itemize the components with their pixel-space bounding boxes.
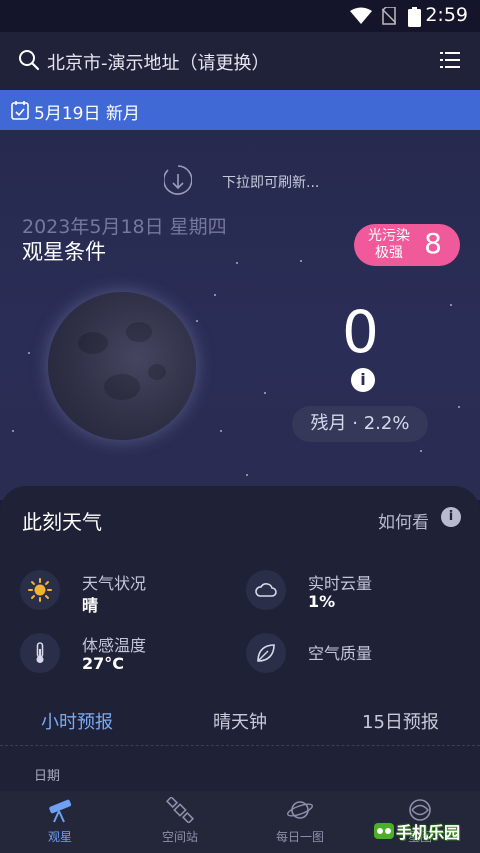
cloud-cover-label: 实时云量: [308, 574, 373, 593]
condition-date: 2023年5月18日 星期四: [22, 216, 227, 238]
cloud-cover-value: 1%: [308, 592, 336, 611]
site-watermark: 手机乐园: [372, 818, 472, 844]
battery-icon: [408, 7, 421, 27]
satellite-icon: [165, 795, 195, 825]
light-pollution-badge[interactable]: 光污染 极强 8: [354, 224, 460, 266]
nav-label: 每日一图: [275, 830, 324, 844]
watermark-text: 手机乐园: [396, 823, 461, 842]
status-bar: 2:59: [0, 0, 480, 32]
nav-daily-image[interactable]: 每日一图: [240, 791, 360, 853]
weather-condition-value: 晴: [82, 596, 99, 615]
stargazing-score: 0: [342, 298, 379, 366]
tab-15-day-forecast[interactable]: 15日预报: [362, 708, 439, 734]
divider: [0, 745, 480, 746]
calendar-check-icon: [11, 101, 29, 120]
weather-condition-label: 天气状况: [82, 574, 147, 593]
info-icon[interactable]: i: [351, 368, 375, 392]
moon-phase-pill: 残月 · 2.2%: [292, 406, 428, 442]
tab-hourly-forecast[interactable]: 小时预报: [41, 708, 113, 734]
conditions-title: 观星条件: [22, 240, 106, 264]
pull-down-arrow-icon: [164, 165, 192, 195]
air-quality-label: 空气质量: [308, 644, 373, 663]
refresh-hint: 下拉即可刷新...: [222, 175, 320, 191]
planet-icon: [287, 801, 313, 819]
feels-like-label: 体感温度: [82, 636, 147, 655]
wifi-icon: [350, 7, 372, 24]
how-to-read-link[interactable]: 如何看: [378, 508, 429, 533]
search-icon[interactable]: [18, 49, 40, 71]
feels-like-value: 27°C: [82, 654, 125, 673]
location-text[interactable]: 北京市-演示地址（请更换）: [47, 49, 270, 75]
weather-panel: 此刻天气 如何看 i 天气状况 晴 实时云量 1% 体感温度 27°C 空气质量…: [0, 486, 480, 791]
notice-text: 5月19日 新月: [34, 104, 140, 124]
stargazing-conditions: 下拉即可刷新... 2023年5月18日 星期四 观星条件 光污染 极强 8 0 …: [0, 130, 480, 500]
list-menu-icon[interactable]: [440, 51, 460, 69]
no-sim-icon: [382, 7, 396, 25]
moon-notice-bar[interactable]: 5月19日 新月: [0, 90, 480, 130]
nav-space-station[interactable]: 空间站: [120, 791, 240, 853]
weather-title: 此刻天气: [22, 510, 102, 534]
telescope-icon: [49, 799, 72, 823]
nav-stargazing[interactable]: 观星: [0, 791, 120, 853]
thermometer-icon: [20, 633, 60, 673]
cloud-icon: [246, 570, 286, 610]
leaf-icon: [246, 633, 286, 673]
light-pollution-value: 8: [424, 227, 442, 260]
moon-image: [48, 292, 196, 440]
location-bar[interactable]: 北京市-演示地址（请更换）: [0, 32, 480, 90]
sun-icon: [20, 570, 60, 610]
light-pollution-label: 光污染 极强: [368, 228, 410, 261]
tab-clear-sky-clock[interactable]: 晴天钟: [213, 708, 267, 734]
date-column-header: 日期: [34, 769, 61, 784]
watermark-logo-icon: [374, 823, 394, 839]
nav-label: 空间站: [161, 830, 198, 844]
clock: 2:59: [425, 4, 468, 26]
nav-label: 观星: [47, 830, 72, 844]
info-icon[interactable]: i: [441, 507, 461, 527]
